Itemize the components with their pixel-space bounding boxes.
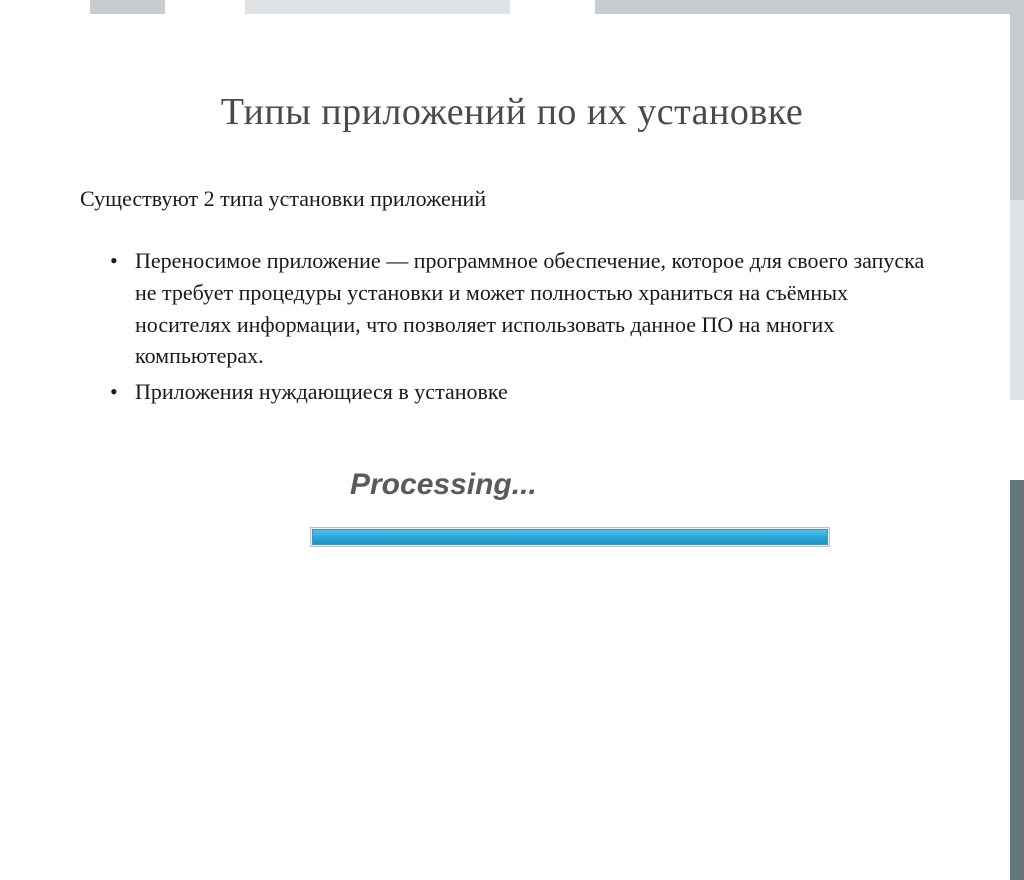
border-segment — [510, 0, 595, 14]
bullet-list: Переносимое приложение — программное обе… — [80, 245, 944, 408]
processing-block: Processing... — [310, 468, 830, 547]
bullet-item: Переносимое приложение — программное обе… — [110, 245, 944, 373]
border-segment — [245, 0, 510, 14]
processing-label: Processing... — [310, 468, 830, 502]
right-decorative-border — [1010, 0, 1024, 767]
border-segment — [165, 0, 245, 14]
slide-title: Типы приложений по их установке — [80, 90, 944, 134]
slide-content: Типы приложений по их установке Существу… — [0, 0, 1024, 587]
border-segment — [1010, 0, 1024, 200]
border-segment — [90, 0, 165, 14]
border-segment — [1010, 400, 1024, 480]
progress-fill — [312, 529, 828, 545]
border-segment — [595, 0, 1024, 14]
intro-text: Существуют 2 типа установки приложений — [80, 184, 944, 215]
border-segment — [1010, 480, 1024, 880]
border-segment — [1010, 200, 1024, 400]
top-decorative-border — [0, 0, 1024, 14]
bullet-item: Приложения нуждающиеся в установке — [110, 376, 944, 408]
border-segment — [0, 0, 90, 14]
progress-bar — [310, 527, 830, 547]
